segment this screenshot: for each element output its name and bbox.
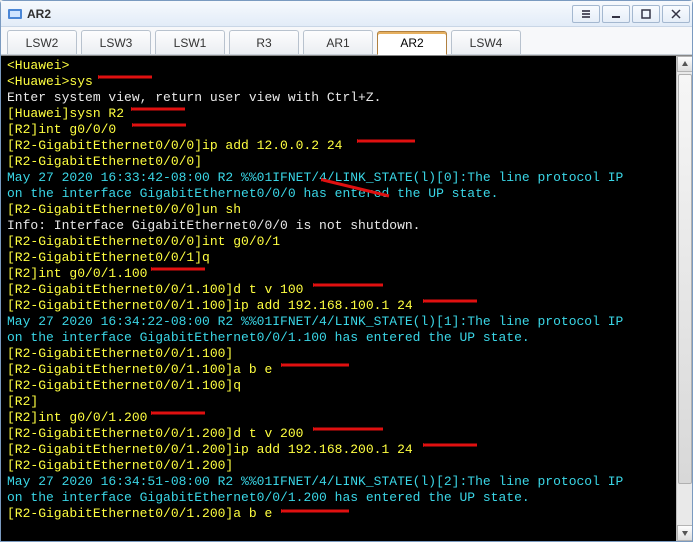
terminal-line: [R2-GigabitEthernet0/0/1.200] xyxy=(7,458,670,474)
terminal-line: May 27 2020 16:33:42-08:00 R2 %%01IFNET/… xyxy=(7,170,670,186)
app-icon xyxy=(7,6,23,22)
terminal-line: May 27 2020 16:34:51-08:00 R2 %%01IFNET/… xyxy=(7,474,670,490)
tab-ar1[interactable]: AR1 xyxy=(303,30,373,54)
terminal-line: on the interface GigabitEthernet0/0/0 ha… xyxy=(7,186,670,202)
terminal-line: Enter system view, return user view with… xyxy=(7,90,670,106)
terminal-line: [R2]int g0/0/1.100 xyxy=(7,266,670,282)
terminal-line: [R2-GigabitEthernet0/0/1]q xyxy=(7,250,670,266)
maximize-button[interactable] xyxy=(632,5,660,23)
terminal-line: May 27 2020 16:34:22-08:00 R2 %%01IFNET/… xyxy=(7,314,670,330)
terminal-line: [R2-GigabitEthernet0/0/1.100]ip add 192.… xyxy=(7,298,670,314)
window-controls xyxy=(572,5,690,23)
minimize-button[interactable] xyxy=(602,5,630,23)
terminal-line: [R2-GigabitEthernet0/0/1.100]d t v 100 xyxy=(7,282,670,298)
terminal-line: [R2-GigabitEthernet0/0/0]un sh xyxy=(7,202,670,218)
scroll-up-button[interactable] xyxy=(677,56,692,72)
tab-r3[interactable]: R3 xyxy=(229,30,299,54)
terminal-line: <Huawei> xyxy=(7,58,670,74)
titlebar: AR2 xyxy=(1,1,692,27)
terminal-line: [R2-GigabitEthernet0/0/0]int g0/0/1 xyxy=(7,234,670,250)
terminal-line: [R2-GigabitEthernet0/0/0] xyxy=(7,154,670,170)
terminal-wrap: <Huawei><Huawei>sysEnter system view, re… xyxy=(1,55,692,541)
close-button[interactable] xyxy=(662,5,690,23)
scroll-thumb[interactable] xyxy=(678,74,692,484)
window-title: AR2 xyxy=(27,7,51,21)
terminal-line: Info: Interface GigabitEthernet0/0/0 is … xyxy=(7,218,670,234)
tab-lsw4[interactable]: LSW4 xyxy=(451,30,521,54)
terminal-line xyxy=(7,522,670,538)
terminal-line: [R2-GigabitEthernet0/0/1.100]a b e xyxy=(7,362,670,378)
terminal-line: [Huawei]sysn R2 xyxy=(7,106,670,122)
terminal-line: [R2-GigabitEthernet0/0/1.100] xyxy=(7,346,670,362)
terminal-line: <Huawei>sys xyxy=(7,74,670,90)
vertical-scrollbar[interactable] xyxy=(676,56,692,541)
terminal-line: [R2]int g0/0/1.200 xyxy=(7,410,670,426)
scroll-down-button[interactable] xyxy=(677,525,692,541)
tab-lsw2[interactable]: LSW2 xyxy=(7,30,77,54)
terminal-output[interactable]: <Huawei><Huawei>sysEnter system view, re… xyxy=(1,56,676,541)
terminal-line: [R2] xyxy=(7,394,670,410)
terminal-line: [R2-GigabitEthernet0/0/0]ip add 12.0.0.2… xyxy=(7,138,670,154)
terminal-line: [R2-GigabitEthernet0/0/1.200]d t v 200 xyxy=(7,426,670,442)
tab-ar2[interactable]: AR2 xyxy=(377,31,447,55)
tab-bar: LSW2LSW3LSW1R3AR1AR2LSW4 xyxy=(1,27,692,55)
window-menu-button[interactable] xyxy=(572,5,600,23)
tab-lsw1[interactable]: LSW1 xyxy=(155,30,225,54)
terminal-line: [R2-GigabitEthernet0/0/1.200]a b e xyxy=(7,506,670,522)
terminal-line: [R2-GigabitEthernet0/0/1.100]q xyxy=(7,378,670,394)
terminal-line: [R2-GigabitEthernet0/0/1.200]ip add 192.… xyxy=(7,442,670,458)
terminal-line: on the interface GigabitEthernet0/0/1.10… xyxy=(7,330,670,346)
app-window: AR2 LSW2LSW3LSW1R3AR1AR2LSW4 <Huawei><Hu… xyxy=(0,0,693,542)
terminal-line: [R2]int g0/0/0 xyxy=(7,122,670,138)
tab-lsw3[interactable]: LSW3 xyxy=(81,30,151,54)
terminal-line: on the interface GigabitEthernet0/0/1.20… xyxy=(7,490,670,506)
